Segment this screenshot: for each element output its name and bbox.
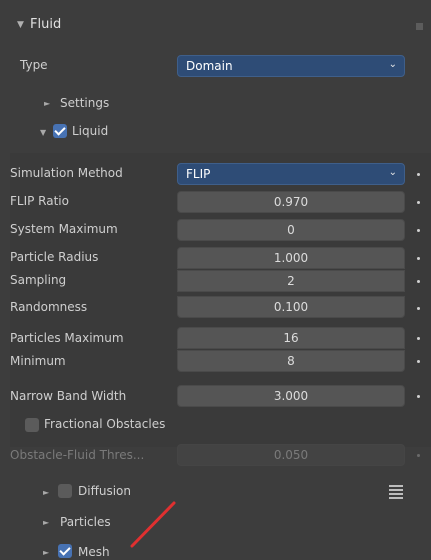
type-dropdown-value: Domain xyxy=(186,59,233,73)
keyframe-dot[interactable] xyxy=(417,201,420,204)
keyframe-dot[interactable] xyxy=(417,257,420,260)
fluid-panel: ▼ Fluid Type Domain ⌄ ► Settings ▼ Liqui… xyxy=(0,0,431,560)
diffusion-checkbox[interactable] xyxy=(58,484,72,498)
diffusion-subpanel-label[interactable]: Diffusion xyxy=(78,484,131,498)
particle-radius-field[interactable]: 1.000 xyxy=(177,247,405,269)
type-label: Type xyxy=(20,58,48,72)
flip-ratio-label: FLIP Ratio xyxy=(10,194,69,208)
randomness-field[interactable]: 0.100 xyxy=(177,296,405,318)
keyframe-dot[interactable] xyxy=(417,280,420,283)
drag-grip-icon[interactable] xyxy=(416,23,423,30)
narrow-band-width-field[interactable]: 3.000 xyxy=(177,385,405,407)
fractional-obstacles-label[interactable]: Fractional Obstacles xyxy=(44,417,165,431)
simulation-method-label: Simulation Method xyxy=(10,166,123,180)
keyframe-dot xyxy=(417,454,420,457)
sampling-field[interactable]: 2 xyxy=(177,270,405,292)
sampling-label: Sampling xyxy=(10,273,67,287)
keyframe-dot[interactable] xyxy=(417,395,420,398)
keyframe-dot[interactable] xyxy=(417,307,420,310)
particles-subpanel-label[interactable]: Particles xyxy=(60,515,111,529)
settings-subpanel-label[interactable]: Settings xyxy=(60,96,109,110)
randomness-label: Randomness xyxy=(10,300,88,314)
keyframe-dot[interactable] xyxy=(417,229,420,232)
mesh-subpanel-label[interactable]: Mesh xyxy=(78,545,110,559)
collapse-triangle-icon[interactable]: ▼ xyxy=(17,20,24,30)
panel-header[interactable]: ▼ Fluid xyxy=(10,11,431,41)
chevron-down-icon: ⌄ xyxy=(388,59,397,70)
liquid-subpanel-label[interactable]: Liquid xyxy=(72,124,108,138)
simulation-method-dropdown[interactable]: FLIP ⌄ xyxy=(177,163,405,185)
expand-triangle-icon[interactable]: ► xyxy=(43,488,49,497)
particle-radius-label: Particle Radius xyxy=(10,250,99,264)
presets-list-icon[interactable] xyxy=(389,484,403,499)
obstacle-fluid-threshold-label: Obstacle-Fluid Thres... xyxy=(10,448,145,462)
obstacle-fluid-threshold-field: 0.050 xyxy=(177,444,405,466)
flip-ratio-field[interactable]: 0.970 xyxy=(177,191,405,213)
panel-title: Fluid xyxy=(30,17,62,32)
keyframe-dot[interactable] xyxy=(417,360,420,363)
minimum-field[interactable]: 8 xyxy=(177,350,405,372)
expand-triangle-icon[interactable]: ► xyxy=(44,99,50,108)
expand-triangle-icon[interactable]: ► xyxy=(43,518,49,527)
minimum-label: Minimum xyxy=(10,354,66,368)
keyframe-dot[interactable] xyxy=(417,173,420,176)
liquid-checkbox[interactable] xyxy=(53,124,67,138)
simulation-method-value: FLIP xyxy=(186,167,211,181)
system-maximum-field[interactable]: 0 xyxy=(177,219,405,241)
red-annotation-arrow xyxy=(130,501,176,548)
particles-maximum-label: Particles Maximum xyxy=(10,331,124,345)
chevron-down-icon: ⌄ xyxy=(388,167,397,178)
fractional-obstacles-checkbox[interactable] xyxy=(25,418,39,432)
system-maximum-label: System Maximum xyxy=(10,222,118,236)
particles-maximum-field[interactable]: 16 xyxy=(177,327,405,349)
mesh-checkbox[interactable] xyxy=(58,544,72,558)
collapse-triangle-icon[interactable]: ▼ xyxy=(40,128,46,137)
keyframe-dot[interactable] xyxy=(417,337,420,340)
narrow-band-width-label: Narrow Band Width xyxy=(10,389,127,403)
expand-triangle-icon[interactable]: ► xyxy=(43,548,49,557)
type-dropdown[interactable]: Domain ⌄ xyxy=(177,55,405,77)
